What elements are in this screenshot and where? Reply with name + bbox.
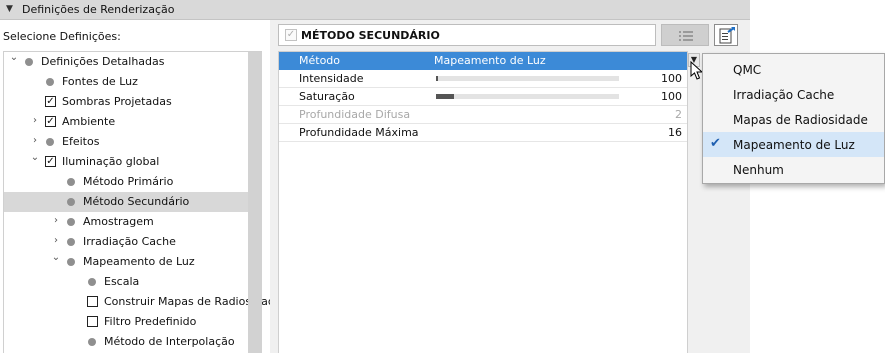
tree-item[interactable]: ⌄ Mapeamento de Luz (4, 252, 248, 272)
export-document-icon (719, 27, 735, 44)
tree-item[interactable]: › Efeitos (4, 132, 248, 152)
menu-option-label: QMC (733, 63, 762, 77)
tree-item-label: Método Secundário (83, 195, 190, 208)
render-settings-header[interactable]: ▼ Definições de Renderização (0, 0, 750, 20)
menu-option-label: Mapeamento de Luz (733, 138, 855, 152)
tree-item-label: Iluminação global (62, 155, 160, 168)
property-name: Saturação (299, 90, 355, 103)
section-checkbox[interactable]: ✓ (285, 29, 297, 41)
tree-item[interactable]: Método Primário (4, 172, 248, 192)
property-name: Intensidade (299, 72, 364, 85)
tree-item[interactable]: › Irradiação Cache (4, 232, 248, 252)
tree-item[interactable]: Método Secundário (4, 192, 248, 212)
tree-checkbox[interactable] (87, 296, 98, 307)
tree-item-label: Ambiente (62, 115, 116, 128)
tree-item[interactable]: ⌄ ✓ Iluminação global (4, 152, 248, 172)
panel-title: Definições de Renderização (22, 3, 175, 16)
slider-fill (436, 94, 455, 99)
bullet-dot-icon (88, 278, 96, 286)
tree-item[interactable]: › ✓ Ambiente (4, 112, 248, 132)
tree-item[interactable]: Método de Interpolação (4, 332, 248, 352)
chevron-right-icon[interactable]: › (30, 115, 40, 127)
section-title: MÉTODO SECUNDÁRIO (301, 29, 440, 42)
property-number: 2 (675, 108, 682, 121)
tree-checkbox[interactable]: ✓ (45, 96, 56, 107)
chevron-right-icon[interactable]: › (30, 135, 40, 147)
property-slider[interactable] (436, 76, 619, 81)
property-grid: Método Mapeamento de Luz Intensidade 100 Sat… (278, 51, 688, 353)
bullet-dot-icon (67, 178, 75, 186)
bullet-dot-icon (67, 238, 75, 246)
export-settings-button[interactable] (714, 24, 738, 46)
menu-option[interactable]: Irradiação Cache (703, 82, 884, 107)
property-row[interactable]: Saturação 100 (279, 88, 687, 106)
chevron-down-icon[interactable]: ⌄ (9, 52, 19, 64)
property-row[interactable]: Intensidade 100 (279, 70, 687, 88)
tree-item[interactable]: Escala (4, 272, 248, 292)
tree-item-label: Definições Detalhadas (41, 55, 165, 68)
collapse-triangle-icon[interactable]: ▼ (6, 4, 13, 14)
menu-option[interactable]: ✔ Mapeamento de Luz (703, 132, 884, 157)
property-value[interactable]: Mapeamento de Luz (434, 54, 546, 67)
menu-option-label: Nenhum (733, 163, 784, 177)
property-slider[interactable] (436, 94, 619, 99)
property-name: Profundidade Difusa (299, 108, 411, 121)
checkmark-icon: ✔ (710, 136, 721, 151)
chevron-down-icon[interactable]: ⌄ (51, 252, 61, 264)
chevron-down-icon[interactable]: ⌄ (30, 152, 40, 164)
method-dropdown-menu: QMC Irradiação Cache Mapas de Radiosidade ✔… (702, 53, 885, 184)
property-name: Método (299, 54, 341, 67)
tree-item[interactable]: Filtro Predefinido (4, 312, 248, 332)
select-settings-label: Selecione Definições: (3, 30, 121, 43)
tree-item-label: Mapeamento de Luz (83, 255, 195, 268)
tree-checkbox[interactable]: ✓ (45, 116, 56, 127)
menu-option-label: Mapas de Radiosidade (733, 113, 868, 127)
tree-item-label: Efeitos (62, 135, 100, 148)
property-number[interactable]: 100 (661, 90, 682, 103)
chevron-right-icon[interactable]: › (51, 235, 61, 247)
property-number[interactable]: 100 (661, 72, 682, 85)
settings-tree: ⌄ Definições Detalhadas Fontes de Luz ✓ Somb… (4, 52, 282, 353)
tree-item-label: Método Primário (83, 175, 174, 188)
tree-item[interactable]: Fontes de Luz (4, 72, 248, 92)
tree-item-label: Fontes de Luz (62, 75, 138, 88)
tree-item-label: Sombras Projetadas (62, 95, 172, 108)
tree-item[interactable]: ✓ Sombras Projetadas (4, 92, 248, 112)
settings-tree-panel: ⌄ Definições Detalhadas Fontes de Luz ✓ Somb… (3, 51, 282, 353)
tree-checkbox[interactable] (87, 316, 98, 327)
menu-option[interactable]: Nenhum (703, 157, 884, 182)
tree-item-label: Amostragem (83, 215, 154, 228)
property-row[interactable]: Método Mapeamento de Luz (279, 52, 687, 70)
property-number[interactable]: 16 (668, 126, 682, 139)
list-view-icon (679, 31, 693, 41)
bullet-dot-icon (67, 198, 75, 206)
tree-item[interactable]: › Amostragem (4, 212, 248, 232)
menu-option[interactable]: QMC (703, 57, 884, 82)
tree-item-label: Método de Interpolação (104, 335, 235, 348)
bullet-dot-icon (25, 58, 33, 66)
chevron-right-icon[interactable]: › (51, 215, 61, 227)
property-name: Profundidade Máxima (299, 126, 419, 139)
tree-item-label: Irradiação Cache (83, 235, 176, 248)
bullet-dot-icon (67, 258, 75, 266)
tree-item[interactable]: Construir Mapas de Radiosidade (4, 292, 282, 312)
list-view-button[interactable] (661, 24, 709, 46)
tree-item-label: Escala (104, 275, 140, 288)
tree-scrollbar[interactable] (248, 52, 262, 353)
section-header: ✓ MÉTODO SECUNDÁRIO (278, 24, 656, 46)
bullet-dot-icon (46, 138, 54, 146)
bullet-dot-icon (46, 78, 54, 86)
bullet-dot-icon (88, 338, 96, 346)
tree-item-label: Filtro Predefinido (104, 315, 197, 328)
property-row[interactable]: Profundidade Máxima 16 (279, 124, 687, 142)
property-row: Profundidade Difusa 2 (279, 106, 687, 124)
bullet-dot-icon (67, 218, 75, 226)
tree-checkbox[interactable]: ✓ (45, 156, 56, 167)
slider-fill (436, 76, 438, 81)
tree-item[interactable]: ⌄ Definições Detalhadas (4, 52, 248, 72)
menu-option[interactable]: Mapas de Radiosidade (703, 107, 884, 132)
menu-option-label: Irradiação Cache (733, 88, 835, 102)
